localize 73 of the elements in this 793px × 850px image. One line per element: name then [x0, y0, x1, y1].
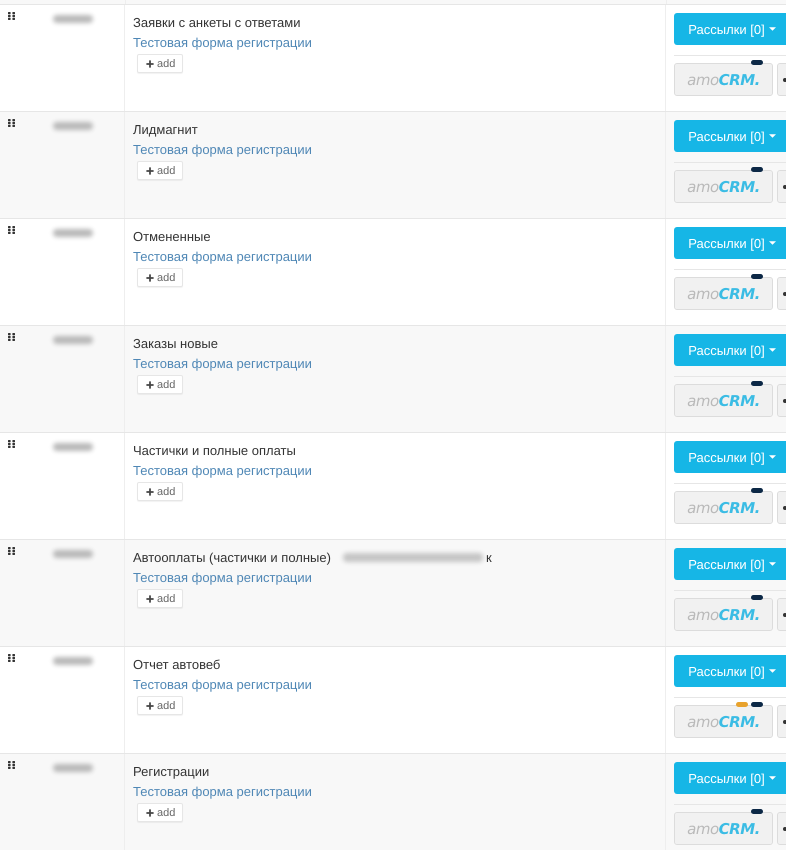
form-link[interactable]: Тестовая форма регистрации: [133, 783, 312, 800]
blurred-id: [53, 229, 93, 237]
list-name: Регистрации: [133, 764, 210, 779]
form-link[interactable]: Тестовая форма регистрации: [133, 141, 312, 158]
add-button[interactable]: add: [137, 375, 184, 394]
amocrm-button[interactable]: amoCRM.: [674, 170, 773, 203]
form-link[interactable]: Тестовая форма регистрации: [133, 34, 312, 51]
form-link[interactable]: Тестовая форма регистрации: [133, 248, 312, 265]
plus-icon: [146, 488, 154, 496]
list-name: Лидмагнит: [133, 122, 198, 137]
form-link[interactable]: Тестовая форма регистрации: [133, 676, 312, 693]
mailings-dropdown-button[interactable]: Рассылки [0]: [674, 655, 786, 687]
blurred-id: [53, 764, 93, 772]
form-link[interactable]: Тестовая форма регистрации: [133, 462, 312, 479]
caret-icon: [768, 134, 776, 138]
list-name: Частички и полные оплаты: [133, 443, 296, 458]
add-button[interactable]: add: [137, 589, 184, 608]
blurred-id: [53, 122, 93, 130]
blurred-id: [53, 15, 93, 23]
amocrm-button[interactable]: amoCRM.: [674, 812, 773, 845]
list-name: Заявки с анкеты с ответами: [133, 15, 300, 30]
drag-handle-icon[interactable]: [8, 333, 15, 341]
caret-icon: [768, 669, 776, 673]
caret-icon: [768, 455, 776, 459]
plus-icon: [146, 166, 154, 174]
drag-handle-icon[interactable]: [8, 654, 15, 662]
list-name: Автооплаты (частички и полные): [133, 550, 331, 565]
drag-handle-icon[interactable]: [8, 440, 15, 448]
plus-icon: [146, 60, 154, 68]
plus-icon: [146, 380, 154, 388]
plus-icon: [146, 808, 154, 816]
amocrm-button[interactable]: amoCRM.: [674, 277, 773, 310]
mailings-dropdown-button[interactable]: Рассылки [0]: [674, 334, 786, 366]
mailings-dropdown-button[interactable]: Рассылки [0]: [674, 441, 786, 473]
form-link[interactable]: Тестовая форма регистрации: [133, 569, 312, 586]
list-name-tail: к: [486, 550, 492, 565]
amocrm-button[interactable]: amoCRM.: [674, 705, 773, 738]
caret-icon: [768, 241, 776, 245]
drag-handle-icon[interactable]: [8, 119, 15, 127]
caret-icon: [768, 348, 776, 352]
add-button[interactable]: add: [137, 482, 184, 501]
mailings-dropdown-button[interactable]: Рассылки [0]: [674, 548, 786, 580]
list-name: Отмененные: [133, 229, 211, 244]
mailings-dropdown-button[interactable]: Рассылки [0]: [674, 13, 786, 45]
drag-handle-icon[interactable]: [8, 547, 15, 555]
plus-icon: [146, 594, 154, 602]
drag-handle-icon[interactable]: [8, 12, 15, 20]
add-button[interactable]: add: [137, 161, 184, 180]
plus-icon: [146, 702, 154, 710]
amocrm-button[interactable]: amoCRM.: [674, 598, 773, 631]
add-button[interactable]: add: [137, 54, 184, 73]
caret-icon: [768, 776, 776, 780]
add-button[interactable]: add: [137, 803, 184, 822]
list-name: Заказы новые: [133, 336, 218, 351]
blurred-id: [53, 550, 93, 558]
amocrm-button[interactable]: amoCRM.: [674, 384, 773, 417]
amocrm-button[interactable]: amoCRM.: [674, 491, 773, 524]
mailings-dropdown-button[interactable]: Рассылки [0]: [674, 762, 786, 794]
drag-handle-icon[interactable]: [8, 226, 15, 234]
blurred-id: [53, 443, 93, 451]
mailings-dropdown-button[interactable]: Рассылки [0]: [674, 120, 786, 152]
add-button[interactable]: add: [137, 696, 184, 715]
caret-icon: [768, 27, 776, 31]
drag-handle-icon[interactable]: [8, 761, 15, 769]
form-link[interactable]: Тестовая форма регистрации: [133, 355, 312, 372]
blurred-id: [53, 336, 93, 344]
plus-icon: [146, 274, 154, 282]
mailings-dropdown-button[interactable]: Рассылки [0]: [674, 227, 786, 259]
caret-icon: [768, 562, 776, 566]
blurred-id: [53, 657, 93, 665]
list-name: Отчет автовеб: [133, 657, 220, 672]
amocrm-button[interactable]: amoCRM.: [674, 63, 773, 96]
add-button[interactable]: add: [137, 268, 184, 287]
